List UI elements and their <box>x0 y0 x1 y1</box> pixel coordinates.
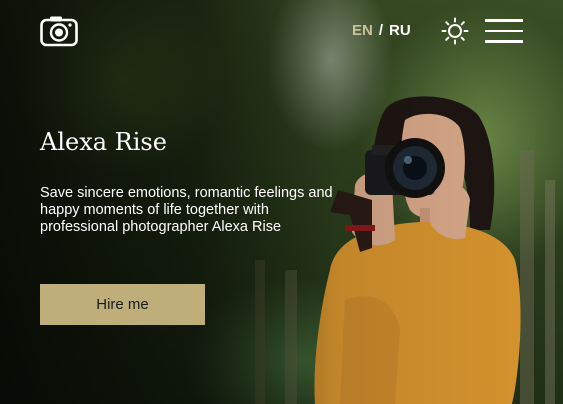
hero-section: EN / RU Alexa Rise Save sincere emotions… <box>0 0 563 404</box>
hero-description: Save sincere emotions, romantic feelings… <box>40 185 333 235</box>
camera-logo-icon[interactable] <box>40 15 78 47</box>
burger-line <box>485 19 523 22</box>
hamburger-menu-icon[interactable] <box>485 19 523 43</box>
lang-en-link[interactable]: EN <box>352 22 373 39</box>
hire-me-button[interactable]: Hire me <box>40 284 205 325</box>
lang-ru-link[interactable]: RU <box>389 22 411 39</box>
lang-separator: / <box>378 22 384 39</box>
burger-line <box>485 29 523 32</box>
burger-line <box>485 40 523 43</box>
sun-icon[interactable] <box>441 17 469 45</box>
language-switcher: EN / RU <box>352 22 411 39</box>
page-title: Alexa Rise <box>40 128 167 156</box>
